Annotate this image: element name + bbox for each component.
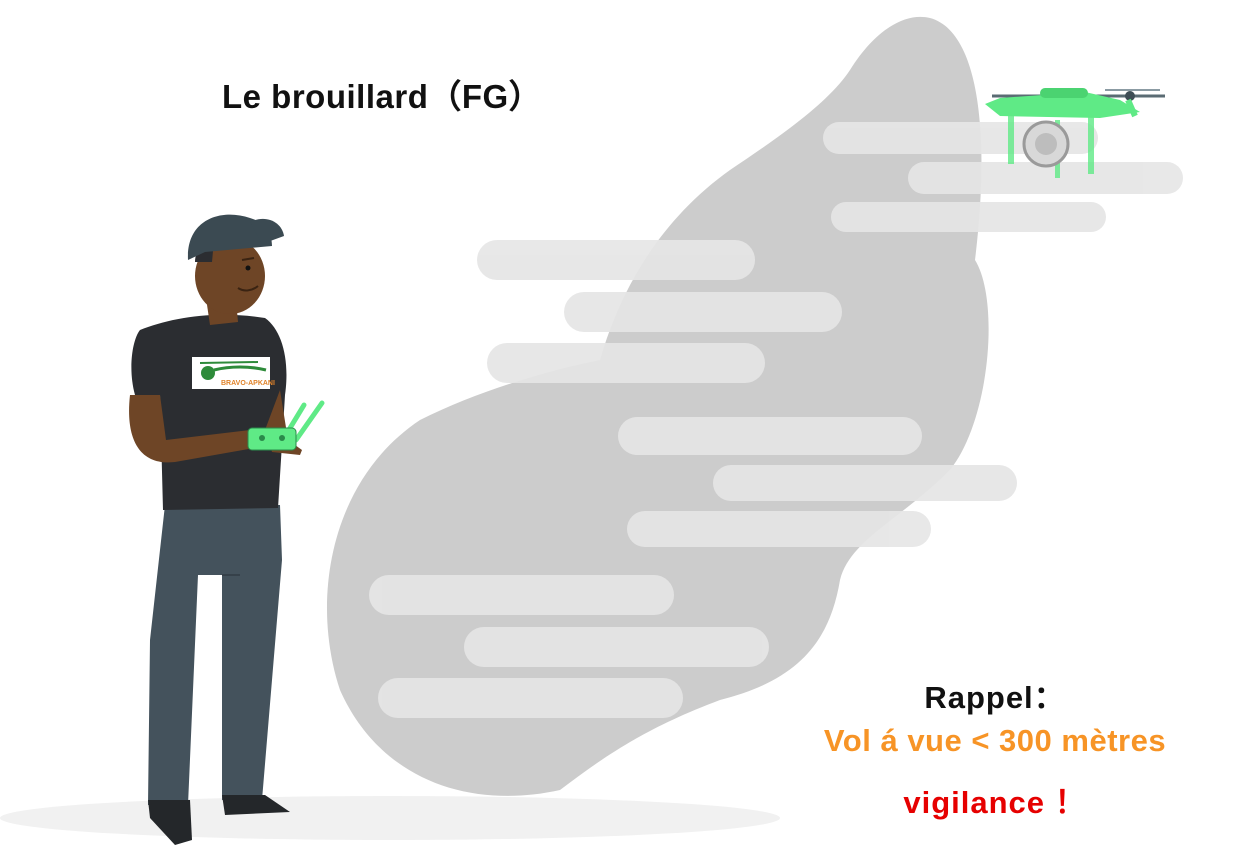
reminder-box: Rappel： Vol á vue < 300 mètres vigilance… <box>760 672 1230 822</box>
shirt-logo-text: BRAVO-APKANI <box>221 380 275 387</box>
page-title: Le brouillard（FG） <box>222 78 543 115</box>
reminder-rule: Vol á vue < 300 mètres <box>823 723 1167 758</box>
reminder-label: Rappel： <box>924 680 1066 715</box>
reminder-warning: vigilance ！ <box>903 785 1087 820</box>
